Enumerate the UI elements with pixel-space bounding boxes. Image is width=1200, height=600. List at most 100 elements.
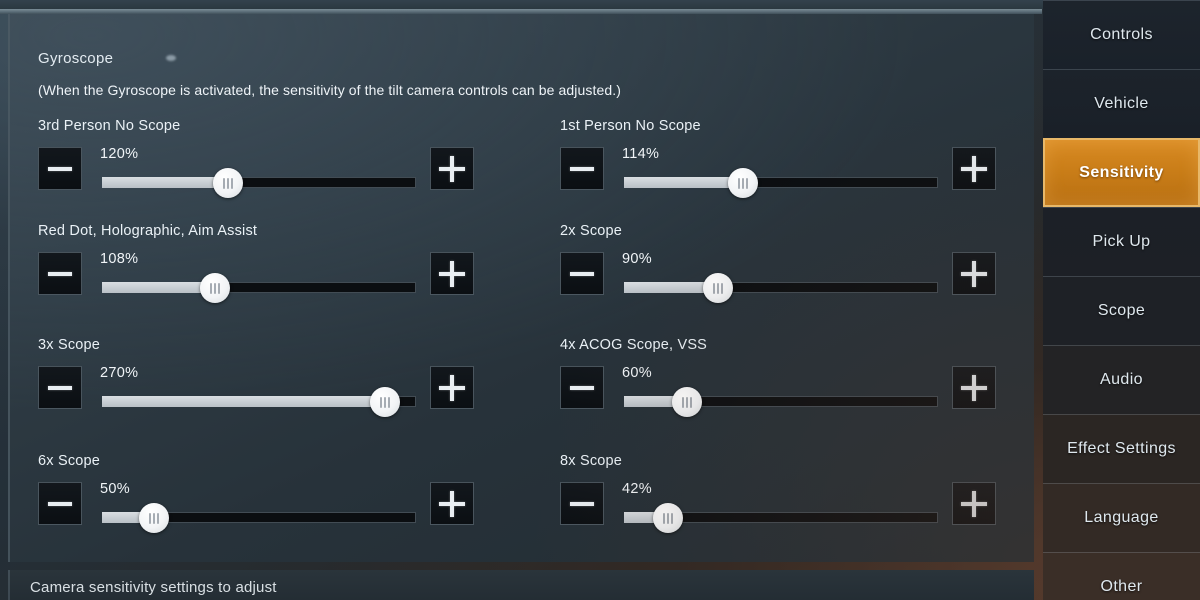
plus-icon	[961, 155, 987, 182]
sidebar-item-sensitivity[interactable]: Sensitivity	[1043, 138, 1200, 207]
sensitivity-value: 50%	[100, 481, 130, 497]
sensitivity-slider[interactable]	[624, 273, 938, 303]
plus-icon	[961, 260, 987, 287]
sidebar-item-scope[interactable]: Scope	[1043, 276, 1200, 345]
sensitivity-row-label: Red Dot, Holographic, Aim Assist	[38, 223, 258, 239]
sensitivity-slider[interactable]	[624, 387, 938, 417]
decrease-button[interactable]	[560, 482, 604, 525]
sensitivity-row: 3rd Person No Scope 120%	[38, 118, 488, 218]
settings-screen: Gyroscope (When the Gyroscope is activat…	[0, 0, 1200, 600]
sidebar-item-audio[interactable]: Audio	[1043, 345, 1200, 414]
sensitivity-row: Red Dot, Holographic, Aim Assist 108%	[38, 223, 488, 323]
minus-icon	[570, 385, 594, 390]
sensitivity-row-label: 4x ACOG Scope, VSS	[560, 337, 708, 353]
sidebar-item-effect-settings[interactable]: Effect Settings	[1043, 414, 1200, 483]
slider-thumb[interactable]	[370, 387, 400, 417]
sensitivity-row: 6x Scope 50%	[38, 453, 488, 553]
sensitivity-row-label: 2x Scope	[560, 223, 623, 239]
sidebar-item-other[interactable]: Other	[1043, 552, 1200, 600]
slider-fill	[102, 177, 228, 188]
sensitivity-value: 114%	[622, 146, 660, 162]
decrease-button[interactable]	[560, 366, 604, 409]
increase-button[interactable]	[430, 482, 474, 525]
increase-button[interactable]	[952, 147, 996, 190]
sidebar-item-label: Vehicle	[1094, 95, 1149, 112]
slider-thumb[interactable]	[672, 387, 702, 417]
decrease-button[interactable]	[38, 482, 82, 525]
sensitivity-value: 120%	[100, 146, 139, 162]
decorative-dot-icon	[166, 55, 176, 61]
sensitivity-value: 270%	[100, 365, 139, 381]
section-description: (When the Gyroscope is activated, the se…	[38, 82, 621, 98]
sidebar-item-vehicle[interactable]: Vehicle	[1043, 69, 1200, 138]
section-title: Gyroscope	[38, 50, 114, 67]
minus-icon	[570, 271, 594, 276]
sidebar-item-label: Scope	[1097, 302, 1146, 319]
plus-icon	[439, 155, 465, 182]
sensitivity-value: 108%	[100, 251, 139, 267]
sensitivity-slider[interactable]	[102, 168, 416, 198]
sidebar-item-label: Controls	[1090, 26, 1153, 43]
sensitivity-value: 60%	[622, 365, 652, 381]
plus-icon	[439, 374, 465, 401]
sensitivity-row: 4x ACOG Scope, VSS 60%	[560, 337, 1010, 437]
minus-icon	[48, 271, 72, 276]
sensitivity-row-label: 3x Scope	[38, 337, 101, 353]
decrease-button[interactable]	[38, 366, 82, 409]
sensitivity-row-label: 3rd Person No Scope	[38, 118, 181, 134]
slider-thumb[interactable]	[703, 273, 733, 303]
sensitivity-row: 3x Scope 270%	[38, 337, 488, 437]
slider-thumb[interactable]	[653, 503, 683, 533]
sidebar-item-label: Pick Up	[1092, 233, 1151, 250]
minus-icon	[48, 385, 72, 390]
plus-icon	[439, 490, 465, 517]
sidebar-item-controls[interactable]: Controls	[1043, 0, 1200, 69]
increase-button[interactable]	[430, 366, 474, 409]
sidebar-item-label: Audio	[1100, 371, 1143, 388]
decrease-button[interactable]	[560, 252, 604, 295]
sensitivity-slider[interactable]	[102, 503, 416, 533]
increase-button[interactable]	[952, 366, 996, 409]
minus-icon	[570, 501, 594, 506]
minus-icon	[48, 166, 72, 171]
sensitivity-slider[interactable]	[102, 273, 416, 303]
slider-fill	[102, 396, 385, 407]
sidebar-item-pick-up[interactable]: Pick Up	[1043, 207, 1200, 276]
slider-thumb[interactable]	[213, 168, 243, 198]
sensitivity-row: 8x Scope 42%	[560, 453, 1010, 553]
increase-button[interactable]	[952, 252, 996, 295]
sidebar-item-label: Effect Settings	[1067, 440, 1176, 457]
slider-thumb[interactable]	[139, 503, 169, 533]
sidebar-item-label: Language	[1084, 509, 1159, 526]
plus-icon	[439, 260, 465, 287]
sensitivity-row: 1st Person No Scope 114%	[560, 118, 1010, 218]
sidebar-item-label: Sensitivity	[1079, 163, 1164, 181]
sensitivity-slider[interactable]	[624, 168, 938, 198]
slider-thumb[interactable]	[200, 273, 230, 303]
sensitivity-value: 90%	[622, 251, 652, 267]
sensitivity-row-label: 8x Scope	[560, 453, 623, 469]
plus-icon	[961, 374, 987, 401]
decrease-button[interactable]	[38, 252, 82, 295]
sensitivity-row: 2x Scope 90%	[560, 223, 1010, 323]
sensitivity-slider[interactable]	[102, 387, 416, 417]
slider-thumb[interactable]	[728, 168, 758, 198]
next-section-title: Camera sensitivity settings to adjust	[30, 579, 277, 596]
sensitivity-slider[interactable]	[624, 503, 938, 533]
increase-button[interactable]	[952, 482, 996, 525]
sensitivity-value: 42%	[622, 481, 652, 497]
minus-icon	[48, 501, 72, 506]
sensitivity-row-label: 1st Person No Scope	[560, 118, 701, 134]
settings-sidebar[interactable]: Controls Vehicle Sensitivity Pick Up Scope Au…	[1043, 0, 1200, 600]
increase-button[interactable]	[430, 252, 474, 295]
minus-icon	[570, 166, 594, 171]
slider-fill	[624, 177, 743, 188]
increase-button[interactable]	[430, 147, 474, 190]
decrease-button[interactable]	[38, 147, 82, 190]
plus-icon	[961, 490, 987, 517]
decrease-button[interactable]	[560, 147, 604, 190]
gyroscope-settings-panel: Gyroscope (When the Gyroscope is activat…	[8, 14, 1034, 562]
sidebar-item-language[interactable]: Language	[1043, 483, 1200, 552]
next-section-panel: Camera sensitivity settings to adjust	[8, 570, 1034, 600]
sensitivity-row-label: 6x Scope	[38, 453, 101, 469]
